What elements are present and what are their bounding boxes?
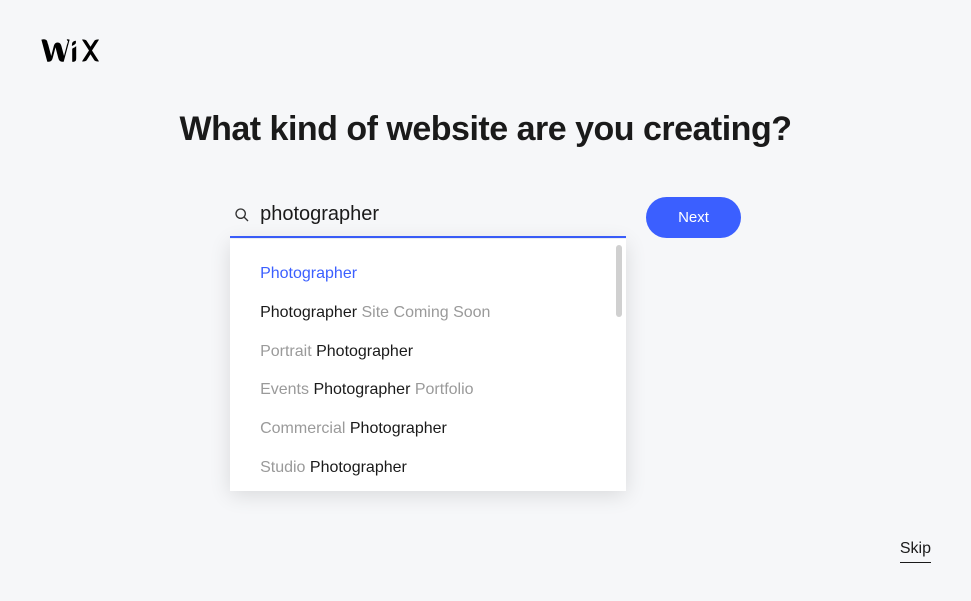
suggestion-item[interactable]: Portrait Photographer: [230, 333, 626, 372]
suggestion-item[interactable]: Commercial Photographer: [230, 410, 626, 449]
suggestion-text-part: Photographer: [350, 420, 447, 437]
suggestions-dropdown: PhotographerPhotographer Site Coming Soo…: [230, 239, 626, 491]
search-field-container: [230, 197, 626, 238]
suggestion-item[interactable]: Photographer Site Coming Soon: [230, 294, 626, 333]
suggestion-text-part: Photographer: [313, 381, 410, 398]
suggestion-text-part: Studio: [260, 459, 310, 476]
page-title: What kind of website are you creating?: [0, 110, 971, 149]
suggestion-text-part: Portfolio: [410, 381, 473, 398]
suggestion-text-part: Commercial: [260, 420, 350, 437]
suggestion-item[interactable]: Events Photographer Portfolio: [230, 371, 626, 410]
suggestion-text-part: Photographer: [260, 304, 357, 321]
next-button[interactable]: Next: [646, 197, 741, 238]
suggestion-text-part: Photographer: [260, 265, 357, 282]
suggestion-text-part: Portrait: [260, 343, 316, 360]
suggestion-text-part: Site Coming Soon: [357, 304, 490, 321]
suggestion-text-part: Photographer: [310, 459, 407, 476]
skip-link[interactable]: Skip: [900, 540, 931, 563]
suggestion-item[interactable]: Photographer: [230, 255, 626, 294]
suggestion-text-part: Photographer: [316, 343, 413, 360]
dropdown-scrollbar[interactable]: [616, 245, 622, 317]
suggestion-item[interactable]: Studio Photographer: [230, 449, 626, 488]
suggestion-text-part: Events: [260, 381, 313, 398]
wix-logo[interactable]: [38, 34, 100, 71]
search-icon: [234, 207, 250, 223]
search-input[interactable]: [260, 203, 622, 226]
